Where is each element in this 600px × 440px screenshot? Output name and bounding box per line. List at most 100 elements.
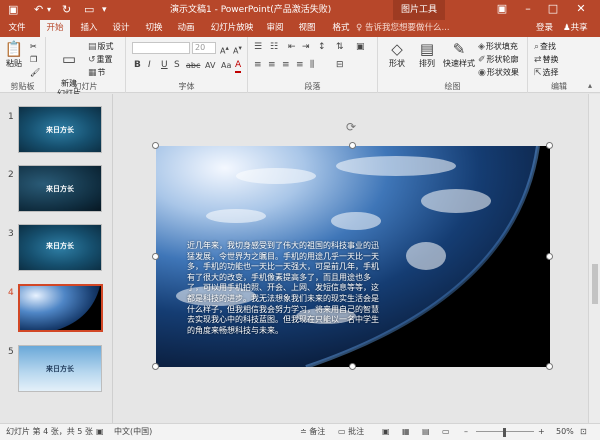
tab-review[interactable]: 审阅 bbox=[262, 20, 288, 37]
language-status[interactable]: 中文(中国) bbox=[114, 424, 152, 440]
normal-view-icon[interactable]: ▣ bbox=[382, 424, 390, 440]
slide-thumbnail-1[interactable]: 来日方长 bbox=[18, 106, 102, 153]
paste-button[interactable]: 📋 粘贴 bbox=[3, 40, 25, 69]
copy-icon[interactable]: ❐ bbox=[30, 54, 37, 65]
shape-fill-button[interactable]: ◈形状填充 bbox=[478, 41, 518, 53]
save-icon[interactable]: ▣ bbox=[8, 3, 18, 17]
layout-button[interactable]: ▤版式 bbox=[88, 41, 114, 53]
align-left-icon[interactable]: ≡ bbox=[254, 60, 262, 71]
undo-icon[interactable]: ↶ bbox=[34, 3, 43, 17]
font-size-combo[interactable]: 20 bbox=[192, 42, 216, 54]
scrollbar-thumb[interactable] bbox=[592, 264, 598, 304]
thumb-title: 来日方长 bbox=[46, 125, 74, 134]
tab-slideshow[interactable]: 幻灯片放映 bbox=[208, 20, 256, 37]
undo-dropdown-icon[interactable]: ▾ bbox=[47, 3, 51, 17]
shadow-button[interactable]: S bbox=[174, 60, 180, 71]
slide-sorter-icon[interactable]: ▦ bbox=[402, 424, 410, 440]
tell-me-search[interactable]: ♀ 告诉我您想要做什么... bbox=[356, 20, 450, 37]
font-name-combo[interactable] bbox=[132, 42, 190, 54]
slide-thumbnail-5[interactable]: 来日方长 bbox=[18, 345, 102, 392]
smartart-icon[interactable]: ▣ bbox=[356, 42, 365, 53]
tab-view[interactable]: 视图 bbox=[294, 20, 320, 37]
decrease-indent-icon[interactable]: ⇤ bbox=[288, 42, 296, 53]
slide-body-text[interactable]: 近几年来，我切身感受到了伟大的祖国的科技事业的迅猛发展，令世界为之瞩目。手机的用… bbox=[187, 241, 385, 336]
zoom-slider-thumb[interactable] bbox=[503, 428, 506, 437]
zoom-level[interactable]: 50% bbox=[556, 424, 574, 440]
tab-design[interactable]: 设计 bbox=[108, 20, 134, 37]
vertical-scrollbar[interactable] bbox=[588, 94, 600, 423]
resize-handle-bottom-left[interactable] bbox=[152, 363, 159, 370]
notes-button[interactable]: ≐ 备注 bbox=[300, 424, 325, 440]
login-link[interactable]: 登录 bbox=[536, 20, 553, 37]
resize-handle-top[interactable] bbox=[349, 142, 356, 149]
resize-handle-left[interactable] bbox=[152, 253, 159, 260]
increase-indent-icon[interactable]: ⇥ bbox=[302, 42, 310, 53]
minimize-icon[interactable]: – bbox=[519, 2, 537, 16]
resize-handle-top-left[interactable] bbox=[152, 142, 159, 149]
resize-handle-bottom-right[interactable] bbox=[546, 363, 553, 370]
select-button[interactable]: ⇱选择 bbox=[534, 67, 559, 79]
font-color-button[interactable]: A bbox=[235, 60, 242, 73]
close-icon[interactable]: ✕ bbox=[572, 2, 590, 16]
tab-transitions[interactable]: 切换 bbox=[141, 20, 167, 37]
slideshow-icon[interactable]: ▭ bbox=[84, 3, 94, 17]
redo-icon[interactable]: ↻ bbox=[62, 3, 71, 17]
shapes-button[interactable]: ◇ 形状 bbox=[384, 40, 410, 69]
tab-home[interactable]: 开始 bbox=[40, 20, 70, 37]
bold-button[interactable]: B bbox=[134, 60, 141, 71]
arrange-button[interactable]: ▤ 排列 bbox=[414, 40, 440, 69]
slides-group-label: 幻灯片 bbox=[73, 82, 98, 91]
line-spacing-icon[interactable]: ↕ bbox=[318, 42, 326, 53]
change-case-button[interactable]: Aa bbox=[221, 60, 231, 71]
resize-handle-right[interactable] bbox=[546, 253, 553, 260]
reading-view-icon[interactable]: ▤ bbox=[422, 424, 430, 440]
slide-thumbnail-3[interactable]: 来日方长 bbox=[18, 224, 102, 271]
format-painter-icon[interactable]: 🖌 bbox=[30, 67, 40, 78]
maximize-icon[interactable]: □ bbox=[544, 2, 562, 16]
shrink-font-icon[interactable]: A▾ bbox=[233, 43, 242, 57]
text-direction-icon[interactable]: ⇅ bbox=[336, 42, 344, 53]
align-right-icon[interactable]: ≡ bbox=[282, 60, 290, 71]
ribbon: 📋 粘贴 ✂ ❐ 🖌 剪贴板 ▭ 新建 幻灯片 ▤版式 ↺重置 ▦节 幻灯片 2… bbox=[0, 37, 600, 98]
char-spacing-button[interactable]: AV bbox=[205, 60, 215, 71]
grow-font-icon[interactable]: A▴ bbox=[220, 43, 229, 57]
spellcheck-icon[interactable]: ▣ bbox=[96, 424, 104, 440]
current-slide[interactable]: 近几年来，我切身感受到了伟大的祖国的科技事业的迅猛发展，令世界为之瞩目。手机的用… bbox=[156, 146, 550, 367]
align-text-icon[interactable]: ⊟ bbox=[336, 60, 344, 71]
tab-animations[interactable]: 动画 bbox=[173, 20, 199, 37]
comments-button[interactable]: ▭ 批注 bbox=[338, 424, 364, 440]
resize-handle-top-right[interactable] bbox=[546, 142, 553, 149]
zoom-in-icon[interactable]: + bbox=[538, 424, 545, 440]
cut-icon[interactable]: ✂ bbox=[30, 41, 37, 52]
find-button[interactable]: ⌕查找 bbox=[534, 41, 556, 53]
rotate-handle-icon[interactable]: ⟳ bbox=[346, 121, 356, 133]
tab-format[interactable]: 格式 bbox=[328, 20, 354, 37]
underline-button[interactable]: U bbox=[161, 60, 168, 71]
resize-handle-bottom[interactable] bbox=[349, 363, 356, 370]
fit-slide-icon[interactable]: ⊡ bbox=[580, 424, 587, 440]
shape-effects-button[interactable]: ◉形状效果 bbox=[478, 67, 519, 79]
customize-icon[interactable]: ▾ bbox=[102, 3, 107, 17]
columns-icon[interactable]: ⫼ bbox=[310, 60, 314, 71]
quick-styles-button[interactable]: ✎ 快速样式 bbox=[442, 40, 476, 69]
document-title: 演示文稿1 - PowerPoint(产品激活失败) bbox=[170, 5, 332, 15]
strikethrough-button[interactable]: abc bbox=[186, 60, 200, 71]
italic-button[interactable]: I bbox=[148, 60, 151, 71]
slideshow-view-icon[interactable]: ▭ bbox=[442, 424, 450, 440]
zoom-out-icon[interactable]: – bbox=[464, 424, 468, 440]
tab-file[interactable]: 文件 bbox=[4, 20, 30, 37]
shape-outline-button[interactable]: ✐形状轮廓 bbox=[478, 54, 519, 66]
section-button[interactable]: ▦节 bbox=[88, 67, 106, 79]
share-button[interactable]: ♟共享 bbox=[563, 20, 588, 37]
bullets-icon[interactable]: ☰ bbox=[254, 42, 262, 53]
justify-icon[interactable]: ≡ bbox=[296, 60, 304, 71]
align-center-icon[interactable]: ≡ bbox=[268, 60, 276, 71]
ribbon-options-icon[interactable]: ▣ bbox=[493, 2, 511, 16]
slide-thumbnail-4[interactable] bbox=[18, 284, 103, 332]
tab-insert[interactable]: 插入 bbox=[76, 20, 102, 37]
numbering-icon[interactable]: ☷ bbox=[270, 42, 278, 53]
reset-button[interactable]: ↺重置 bbox=[88, 54, 113, 66]
slide-thumbnail-2[interactable]: 来日方长 bbox=[18, 165, 102, 212]
collapse-ribbon-icon[interactable]: ▴ bbox=[588, 81, 592, 90]
replace-button[interactable]: ⇄替换 bbox=[534, 54, 559, 66]
